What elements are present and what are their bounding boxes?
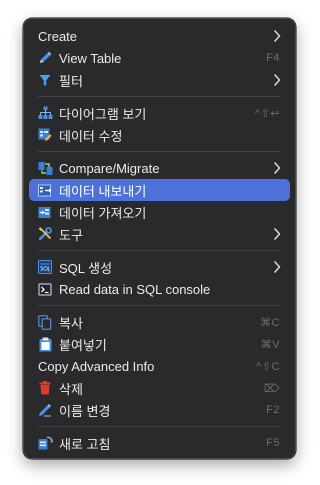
- shortcut-label: ⌘V: [260, 338, 280, 351]
- compare-icon: [37, 160, 53, 176]
- menu-item-label: SQL 생성: [59, 260, 113, 276]
- shortcut-label: F2: [266, 404, 280, 416]
- import-icon: [37, 204, 53, 220]
- filter-icon: [37, 72, 53, 88]
- menu-separator: [38, 426, 281, 427]
- menu-item-create[interactable]: Create: [29, 25, 290, 47]
- menu-item-import-data[interactable]: 데이터 가져오기: [29, 201, 290, 223]
- refresh-icon: [37, 435, 53, 451]
- menu-separator: [38, 305, 281, 306]
- sql-icon: [37, 259, 53, 275]
- menu-item-view-table[interactable]: View Table F4: [29, 47, 290, 69]
- shortcut-label: F5: [266, 437, 280, 449]
- menu-item-compare-migrate[interactable]: Compare/Migrate: [29, 157, 290, 179]
- menu-item-label: 데이터 가져오기: [59, 205, 147, 221]
- tools-icon: [37, 226, 53, 242]
- copy-icon: [37, 314, 53, 330]
- shortcut-label: ⌦: [263, 382, 280, 395]
- menu-item-refresh[interactable]: 새로 고침 F5: [29, 432, 290, 454]
- menu-item-label: Read data in SQL console: [59, 281, 211, 297]
- menu-item-export-data[interactable]: 데이터 내보내기: [29, 179, 290, 201]
- diagram-icon: [37, 105, 53, 121]
- delete-icon: [37, 380, 53, 396]
- menu-item-label: 이름 변경: [59, 403, 111, 419]
- pencil-icon: [37, 50, 53, 66]
- chevron-right-icon: [272, 162, 282, 174]
- menu-item-generate-sql[interactable]: SQL 생성: [29, 256, 290, 278]
- rename-icon: [37, 402, 53, 418]
- menu-item-label: 새로 고침: [59, 436, 111, 452]
- shortcut-label: F4: [266, 52, 280, 64]
- chevron-right-icon: [272, 261, 282, 273]
- menu-item-label: 데이터 내보내기: [59, 183, 147, 199]
- menu-separator: [38, 96, 281, 97]
- shortcut-label: ^⇧↩: [254, 107, 280, 120]
- chevron-right-icon: [272, 30, 282, 42]
- menu-item-tools[interactable]: 도구: [29, 223, 290, 245]
- chevron-right-icon: [272, 74, 282, 86]
- menu-item-read-sql-console[interactable]: Read data in SQL console: [29, 278, 290, 300]
- menu-separator: [38, 250, 281, 251]
- edit-data-icon: [37, 127, 53, 143]
- menu-item-label: Create: [38, 28, 78, 44]
- menu-item-label: 다이어그램 보기: [59, 106, 147, 122]
- menu-item-copy[interactable]: 복사 ⌘C: [29, 311, 290, 333]
- chevron-right-icon: [272, 228, 282, 240]
- menu-item-label: 필터: [59, 73, 83, 89]
- menu-item-label: 붙여넣기: [59, 337, 107, 353]
- menu-item-label: Compare/Migrate: [59, 160, 160, 176]
- menu-item-label: 삭제: [59, 381, 83, 397]
- menu-item-label: 데이터 수정: [59, 128, 123, 144]
- menu-item-label: 복사: [59, 315, 83, 331]
- menu-item-paste[interactable]: 붙여넣기 ⌘V: [29, 333, 290, 355]
- context-menu: Create View Table F4 필터 다이어그램 보기 ^⇧↩ 데이터…: [23, 18, 296, 459]
- menu-item-label: View Table: [59, 50, 122, 66]
- export-icon: [37, 182, 53, 198]
- shortcut-label: ^⇧C: [256, 360, 280, 373]
- console-icon: [37, 281, 53, 297]
- menu-item-label: Copy Advanced Info: [38, 358, 155, 374]
- menu-item-edit-data[interactable]: 데이터 수정: [29, 124, 290, 146]
- menu-separator: [38, 151, 281, 152]
- menu-item-rename[interactable]: 이름 변경 F2: [29, 399, 290, 421]
- menu-item-view-diagram[interactable]: 다이어그램 보기 ^⇧↩: [29, 102, 290, 124]
- menu-item-delete[interactable]: 삭제 ⌦: [29, 377, 290, 399]
- menu-item-filter[interactable]: 필터: [29, 69, 290, 91]
- menu-item-copy-advanced-info[interactable]: Copy Advanced Info ^⇧C: [29, 355, 290, 377]
- shortcut-label: ⌘C: [260, 316, 280, 329]
- paste-icon: [37, 336, 53, 352]
- menu-item-label: 도구: [59, 227, 83, 243]
